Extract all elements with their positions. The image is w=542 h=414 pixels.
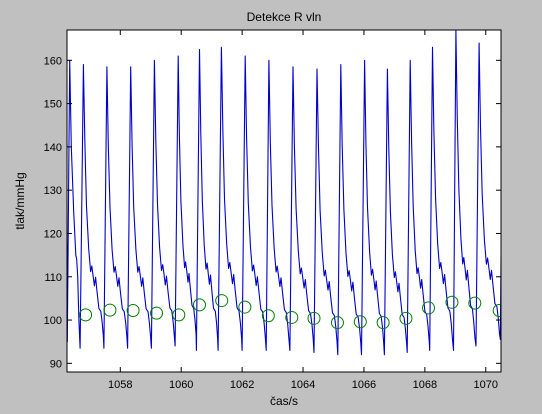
x-tick-label: 1064	[291, 379, 315, 391]
x-tick-label: 1058	[108, 379, 132, 391]
y-tick-label: 160	[44, 55, 62, 67]
y-tick-label: 140	[44, 142, 62, 154]
x-tick-label: 1068	[413, 379, 437, 391]
y-tick-label: 120	[44, 228, 62, 240]
y-tick-label: 90	[50, 358, 62, 370]
y-tick-label: 130	[44, 185, 62, 197]
y-tick-label: 150	[44, 99, 62, 111]
y-tick-label: 110	[44, 272, 62, 284]
y-axis-label: tlak/mmHg	[13, 172, 27, 229]
chart-title: Detekce R vln	[247, 10, 322, 24]
x-tick-label: 1062	[230, 379, 254, 391]
y-tick-label: 100	[44, 315, 62, 327]
x-tick-label: 1066	[352, 379, 376, 391]
x-tick-label: 1070	[474, 379, 498, 391]
x-axis-label: čas/s	[270, 394, 298, 408]
figure: 1058 1060 1062 1064 1066 1068 1070 90 100 110 120 1…	[0, 0, 542, 414]
x-tick-label: 1060	[169, 379, 193, 391]
